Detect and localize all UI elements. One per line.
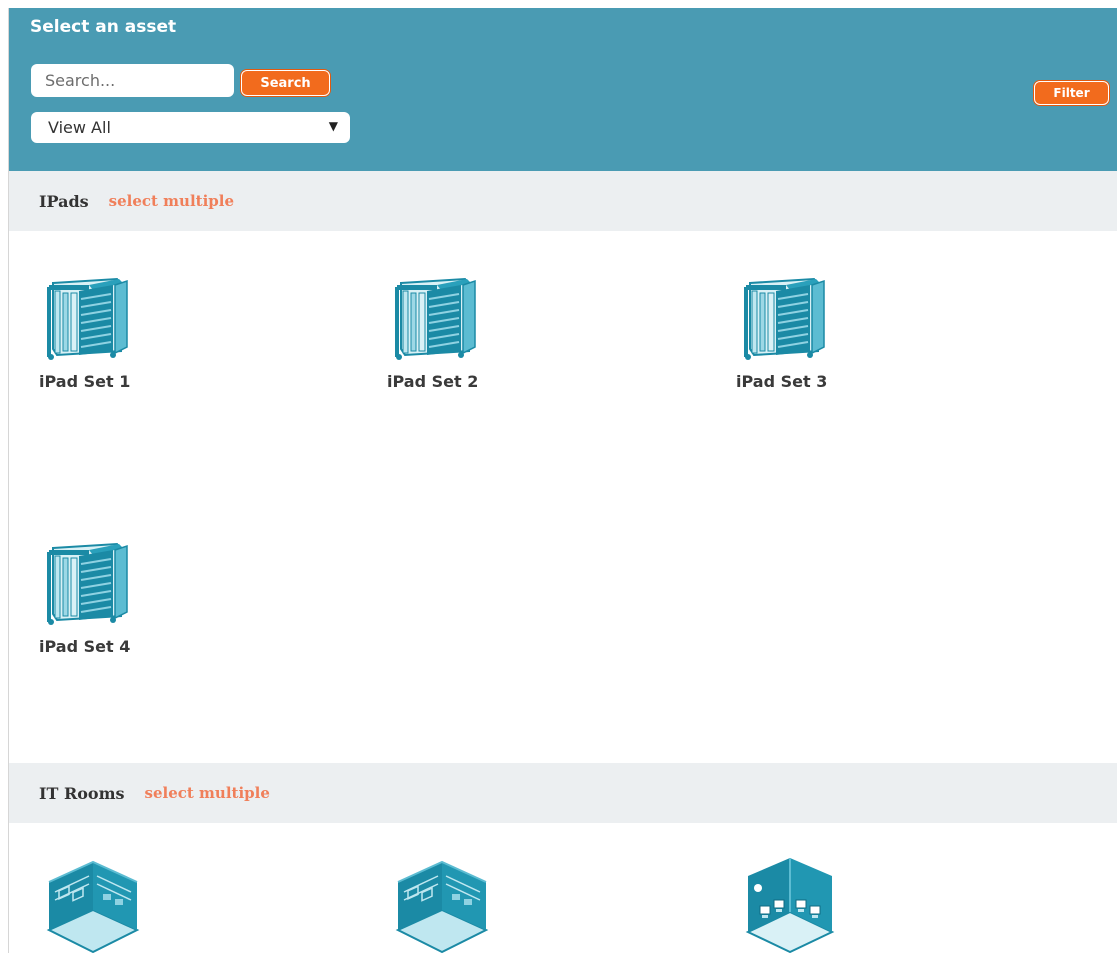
asset-ipad-set-3[interactable]: iPad Set 3: [736, 273, 906, 391]
section-title: IT Rooms: [39, 783, 125, 803]
asset-selector-panel: Select an asset Search View All ▼ Filter…: [8, 8, 1117, 953]
section-header-ipads: IPads select multiple: [9, 171, 1117, 231]
section-title: IPads: [39, 191, 89, 211]
asset-it-room-1[interactable]: [43, 854, 213, 953]
dropdown-arrow-icon: ▼: [328, 119, 338, 133]
it-room-icon: [43, 854, 143, 953]
asset-it-room-2[interactable]: [392, 854, 562, 953]
asset-label: iPad Set 3: [736, 372, 828, 391]
section-header-it-rooms: IT Rooms select multiple: [9, 763, 1117, 823]
computer-room-icon: [740, 854, 840, 953]
select-multiple-link[interactable]: select multiple: [109, 192, 234, 210]
select-multiple-link[interactable]: select multiple: [145, 784, 270, 802]
asset-computer-room[interactable]: [740, 854, 910, 953]
it-room-icon: [392, 854, 492, 953]
asset-ipad-set-1[interactable]: iPad Set 1: [39, 273, 209, 391]
ipad-cart-icon: [387, 273, 483, 363]
asset-ipad-set-2[interactable]: iPad Set 2: [387, 273, 557, 391]
asset-label: iPad Set 2: [387, 372, 479, 391]
ipad-cart-icon: [39, 273, 135, 363]
search-button[interactable]: Search: [241, 70, 330, 96]
filter-button[interactable]: Filter: [1034, 81, 1109, 105]
asset-ipad-set-4[interactable]: iPad Set 4: [39, 538, 209, 656]
ipad-cart-icon: [39, 538, 135, 628]
ipad-cart-icon: [736, 273, 832, 363]
view-select-value: View All: [48, 118, 111, 137]
asset-label: iPad Set 4: [39, 637, 131, 656]
asset-label: iPad Set 1: [39, 372, 131, 391]
view-select[interactable]: View All ▼: [31, 112, 350, 143]
page-title: Select an asset: [30, 17, 177, 37]
header: Select an asset Search View All ▼ Filter: [9, 8, 1117, 171]
search-input[interactable]: [31, 64, 234, 97]
